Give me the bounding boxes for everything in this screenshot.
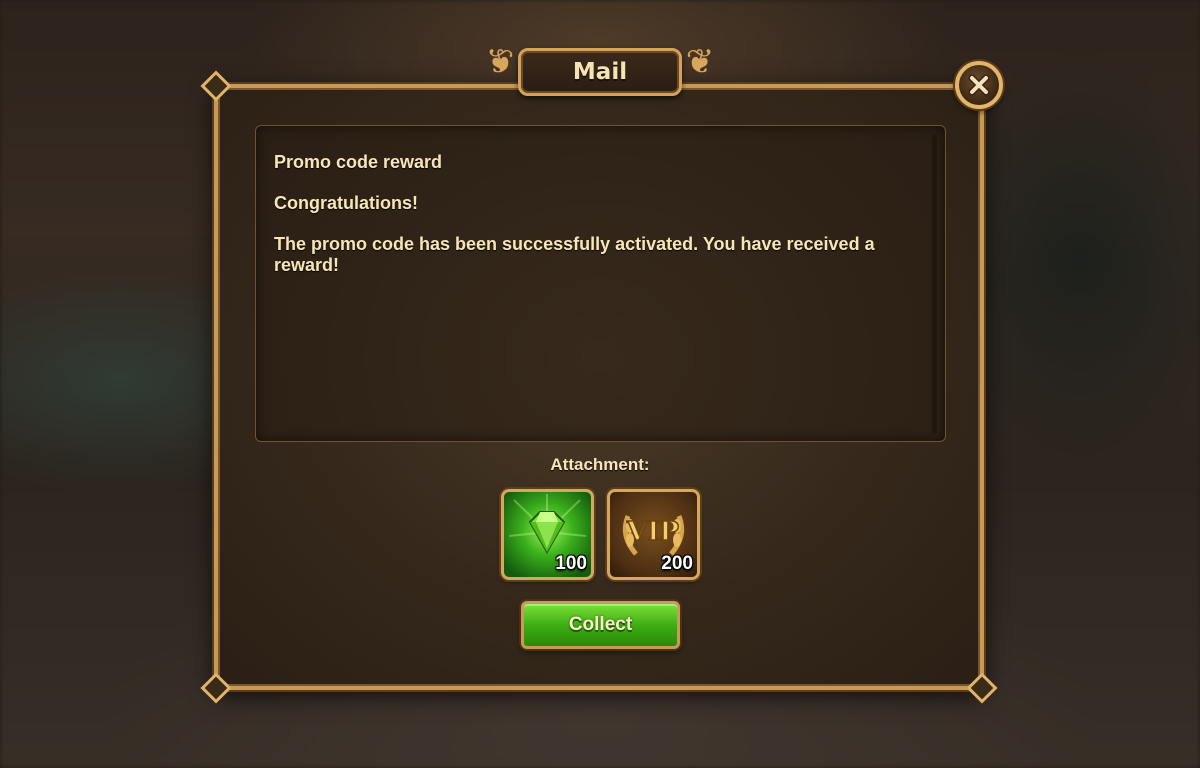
svg-text:VIP: VIP <box>626 517 679 547</box>
attachment-quantity: 100 <box>555 553 587 574</box>
attachment-item-vip-points[interactable]: VIP 200 <box>607 489 700 580</box>
title-plaque: Mail <box>518 48 682 96</box>
collect-button-label: Collect <box>568 614 633 635</box>
attachment-quantity: 200 <box>661 553 693 574</box>
message-text: The promo code has been successfully act… <box>274 234 875 275</box>
message-greeting: Congratulations! <box>274 193 418 213</box>
title-banner: ❦ ❦ Mail <box>470 38 730 102</box>
collect-button[interactable]: Collect <box>521 601 680 649</box>
message-subject: Promo code reward <box>274 152 443 172</box>
close-button[interactable] <box>955 61 1003 109</box>
attachment-label: Attachment: <box>550 455 650 474</box>
message-body: Promo code reward Congratulations! The p… <box>255 125 946 442</box>
attachment-item-emeralds[interactable]: 100 <box>501 489 594 580</box>
dialog-title: Mail <box>572 59 628 85</box>
close-icon <box>968 74 990 96</box>
message-scrollbar[interactable] <box>932 134 937 434</box>
